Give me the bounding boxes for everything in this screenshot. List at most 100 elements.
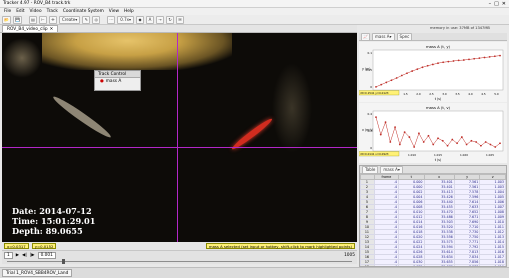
- play-icon[interactable]: ▶: [16, 253, 19, 258]
- data-point: [426, 64, 429, 67]
- plot-v-vs-t[interactable]: mass A (t, v)v (m/s)t (s)1.0051.0101.015…: [359, 103, 507, 163]
- data-point: [480, 144, 482, 147]
- calibration-icon[interactable]: ⊢: [38, 15, 47, 24]
- open-icon[interactable]: 📂: [2, 15, 11, 24]
- blur-spot: [2, 38, 42, 78]
- data-point: [379, 133, 382, 136]
- autotracker-icon[interactable]: ◎: [92, 15, 101, 24]
- trails-icon[interactable]: ⋯: [107, 15, 116, 24]
- menu-coordinate-system[interactable]: Coordinate System: [63, 9, 104, 14]
- table-dropdown[interactable]: mass A ▾: [380, 166, 403, 174]
- step-forward-icon[interactable]: |▶: [30, 253, 35, 258]
- data-point: [462, 59, 465, 61]
- axis-vertical[interactable]: [177, 33, 178, 242]
- video-view[interactable]: Track Control ● mass A Date: 2014-07-12 …: [2, 33, 357, 242]
- tab-label: ROV_B4_video_clip: [7, 26, 48, 32]
- data-point: [418, 132, 420, 135]
- close-icon[interactable]: ✕: [50, 27, 54, 32]
- markers-icon[interactable]: ◆: [136, 15, 145, 24]
- plankton-cloud: [42, 33, 232, 70]
- menu-track[interactable]: Track: [47, 9, 58, 14]
- labels-icon[interactable]: A: [146, 15, 155, 24]
- table-toolbar: Table mass A ▾: [360, 166, 506, 174]
- data-point: [421, 66, 424, 69]
- vectors-icon[interactable]: →: [156, 15, 165, 24]
- zoom-button[interactable]: 0.7x ▾: [117, 15, 135, 24]
- video-overlay-text: Date: 2014-07-12 Time: 15:01:29.01 Depth…: [12, 206, 95, 236]
- clip-settings-icon[interactable]: ▤: [28, 15, 37, 24]
- menu-video[interactable]: Video: [30, 9, 42, 14]
- data-point: [451, 138, 454, 141]
- spec-button[interactable]: Spec: [396, 32, 413, 41]
- x-tick-label: 1.015: [434, 153, 442, 157]
- window-title: Tracker 4.97 - ROV_B4 track.trk: [3, 1, 71, 6]
- data-point: [375, 85, 377, 88]
- data-point: [390, 79, 393, 82]
- video-player: 1 ▶ ◀| |▶ 0.001 1005: [2, 250, 357, 259]
- data-point: [437, 62, 439, 65]
- data-point: [411, 70, 414, 72]
- plot-icon[interactable]: 📈: [361, 32, 370, 41]
- data-point: [422, 141, 425, 143]
- create-button[interactable]: Create ▾: [58, 15, 81, 24]
- close-icon[interactable]: ✕: [502, 1, 506, 7]
- zoom-label: 0.7x: [120, 17, 130, 22]
- save-icon[interactable]: 💾: [12, 15, 22, 24]
- track-item[interactable]: ● mass A: [95, 78, 140, 85]
- x-tick-label: 1.5: [403, 92, 408, 96]
- data-point: [489, 143, 492, 146]
- table-button[interactable]: Table: [362, 166, 379, 174]
- axes-icon[interactable]: ✛: [48, 15, 57, 24]
- x-tick-label: 3.5: [455, 92, 460, 96]
- track-control-title: Track Control: [95, 71, 140, 78]
- data-point: [468, 58, 470, 61]
- chart-svg-top: mass A (t, y)y (m)t (s)0.51.01.52.02.53.…: [359, 44, 504, 101]
- refresh-icon[interactable]: ↻: [166, 15, 175, 24]
- data-point: [395, 77, 398, 79]
- frame-slider[interactable]: [2, 259, 357, 264]
- overlay-time: Time: 15:01:29.01: [12, 216, 96, 226]
- y-readout: y=0.0152: [31, 243, 57, 249]
- data-point: [456, 142, 458, 145]
- taskbar: Trial 1_ROV4_SBB4ROV_Land: [0, 267, 509, 278]
- menu-view[interactable]: View: [109, 9, 119, 14]
- data-point: [385, 81, 388, 84]
- menu-file[interactable]: File: [4, 9, 11, 14]
- data-point: [406, 72, 408, 75]
- menu-edit[interactable]: Edit: [16, 9, 24, 14]
- data-point: [493, 55, 496, 58]
- plot-dropdown-label: mass A: [374, 34, 390, 39]
- notes-icon[interactable]: ✉: [176, 15, 185, 24]
- data-point: [488, 55, 491, 58]
- chart-title: mass A (t, y): [426, 44, 451, 49]
- data-point: [473, 57, 476, 60]
- frame-counter: 1: [4, 251, 13, 259]
- slider-knob[interactable]: [62, 259, 65, 264]
- overlay-date: Date: 2014-07-12: [12, 206, 92, 216]
- plot-area: [372, 49, 504, 91]
- x-tick-label: 4.0: [468, 92, 473, 96]
- data-point: [447, 60, 450, 63]
- maximize-icon[interactable]: □: [494, 1, 499, 7]
- minimize-icon[interactable]: –: [489, 1, 492, 7]
- plot-dropdown[interactable]: mass A ▾: [371, 32, 395, 41]
- plot-area: [372, 110, 504, 152]
- axis-horizontal[interactable]: [2, 147, 357, 148]
- track-control-panel[interactable]: Track Control ● mass A: [94, 70, 141, 91]
- x-axis-label: t (s): [435, 97, 441, 101]
- data-point: [494, 146, 497, 148]
- overlay-depth: Depth: 89.0655: [12, 226, 83, 236]
- plot-y-vs-t[interactable]: mass A (t, y)y (m)t (s)0.51.01.52.02.53.…: [359, 42, 507, 102]
- step-back-icon[interactable]: ◀|: [22, 253, 27, 258]
- data-table[interactable]: frame t x y v 1.4 0.000 35.401 7.561 1.003 2.4 0.0…: [360, 174, 506, 266]
- rate-field[interactable]: 0.001: [37, 251, 56, 259]
- tab-video[interactable]: ROV_B4_video_clip ✕: [2, 25, 59, 32]
- data-point: [499, 54, 501, 57]
- menu-help[interactable]: Help: [124, 9, 134, 14]
- data-point: [403, 131, 406, 133]
- data-point: [408, 136, 411, 138]
- x-tick-label: 1.025: [486, 153, 494, 157]
- track-icon[interactable]: ✎: [82, 15, 91, 24]
- data-point: [427, 134, 430, 137]
- taskbar-item[interactable]: Trial 1_ROV4_SBB4ROV_Land: [2, 269, 73, 277]
